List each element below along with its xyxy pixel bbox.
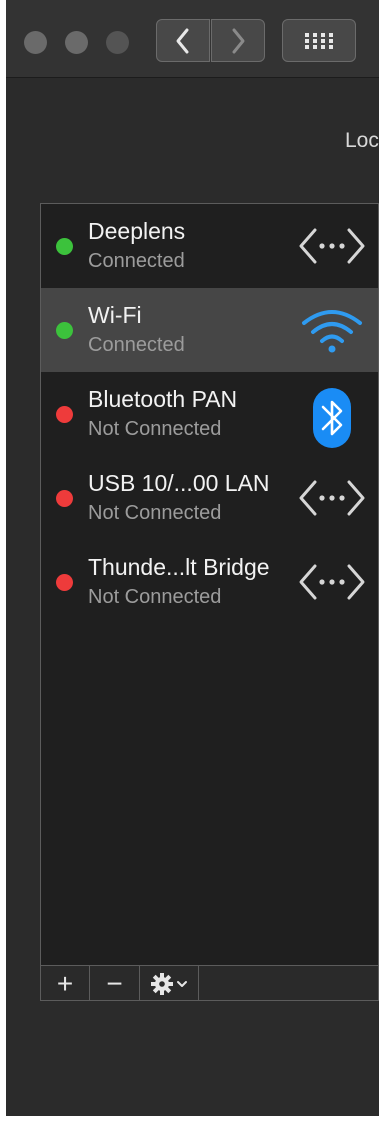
zoom-window-button[interactable] bbox=[106, 31, 129, 54]
service-name: Wi-Fi bbox=[88, 302, 142, 328]
status-indicator bbox=[56, 574, 73, 591]
location-label: Loc bbox=[345, 129, 379, 152]
service-status: Connected bbox=[88, 250, 185, 272]
status-indicator bbox=[56, 238, 73, 255]
service-name: Bluetooth PAN bbox=[88, 386, 238, 412]
back-button[interactable] bbox=[156, 19, 210, 62]
service-name: USB 10/...00 LAN bbox=[88, 470, 270, 496]
chevron-right-icon bbox=[232, 28, 245, 53]
service-status: Connected bbox=[88, 334, 185, 356]
forward-button[interactable] bbox=[211, 19, 265, 62]
bottom-edge bbox=[6, 1116, 379, 1122]
service-status: Not Connected bbox=[88, 502, 222, 524]
status-indicator bbox=[56, 490, 73, 507]
bluetooth-icon bbox=[299, 388, 365, 448]
gear-icon bbox=[151, 972, 173, 995]
network-service-list: Deeplens Connected Wi-Fi Connected Bluet… bbox=[40, 203, 379, 1001]
service-status: Not Connected bbox=[88, 586, 222, 608]
list-control-bar: + − bbox=[41, 965, 378, 1001]
service-row-wi-fi[interactable]: Wi-Fi Connected bbox=[41, 288, 378, 372]
network-preferences-window: Loc Deeplens Connected Wi-Fi Connected B… bbox=[6, 0, 379, 1122]
service-name: Thunde...lt Bridge bbox=[88, 554, 270, 580]
ethernet-icon bbox=[299, 472, 365, 524]
chevron-down-icon bbox=[177, 980, 187, 987]
service-status: Not Connected bbox=[88, 418, 222, 440]
title-bar bbox=[6, 0, 379, 78]
grid-icon bbox=[305, 32, 333, 49]
service-row-bluetooth-pan[interactable]: Bluetooth PAN Not Connected bbox=[41, 372, 378, 456]
status-indicator bbox=[56, 406, 73, 423]
add-service-button[interactable]: + bbox=[41, 966, 90, 1001]
ethernet-icon bbox=[299, 220, 365, 272]
remove-label: − bbox=[106, 967, 123, 999]
remove-service-button[interactable]: − bbox=[90, 966, 140, 1001]
minimize-window-button[interactable] bbox=[65, 31, 88, 54]
status-indicator bbox=[56, 322, 73, 339]
service-row-usb-lan[interactable]: USB 10/...00 LAN Not Connected bbox=[41, 456, 378, 540]
service-row-thunderbolt-bridge[interactable]: Thunde...lt Bridge Not Connected bbox=[41, 540, 378, 624]
wifi-icon bbox=[299, 304, 365, 356]
add-label: + bbox=[56, 967, 74, 999]
service-row-deeplens[interactable]: Deeplens Connected bbox=[41, 204, 378, 288]
action-menu-button[interactable] bbox=[140, 966, 199, 1001]
chevron-left-icon bbox=[176, 28, 189, 53]
close-window-button[interactable] bbox=[24, 31, 47, 54]
service-name: Deeplens bbox=[88, 218, 186, 244]
show-all-button[interactable] bbox=[282, 19, 356, 62]
ethernet-icon bbox=[299, 556, 365, 608]
